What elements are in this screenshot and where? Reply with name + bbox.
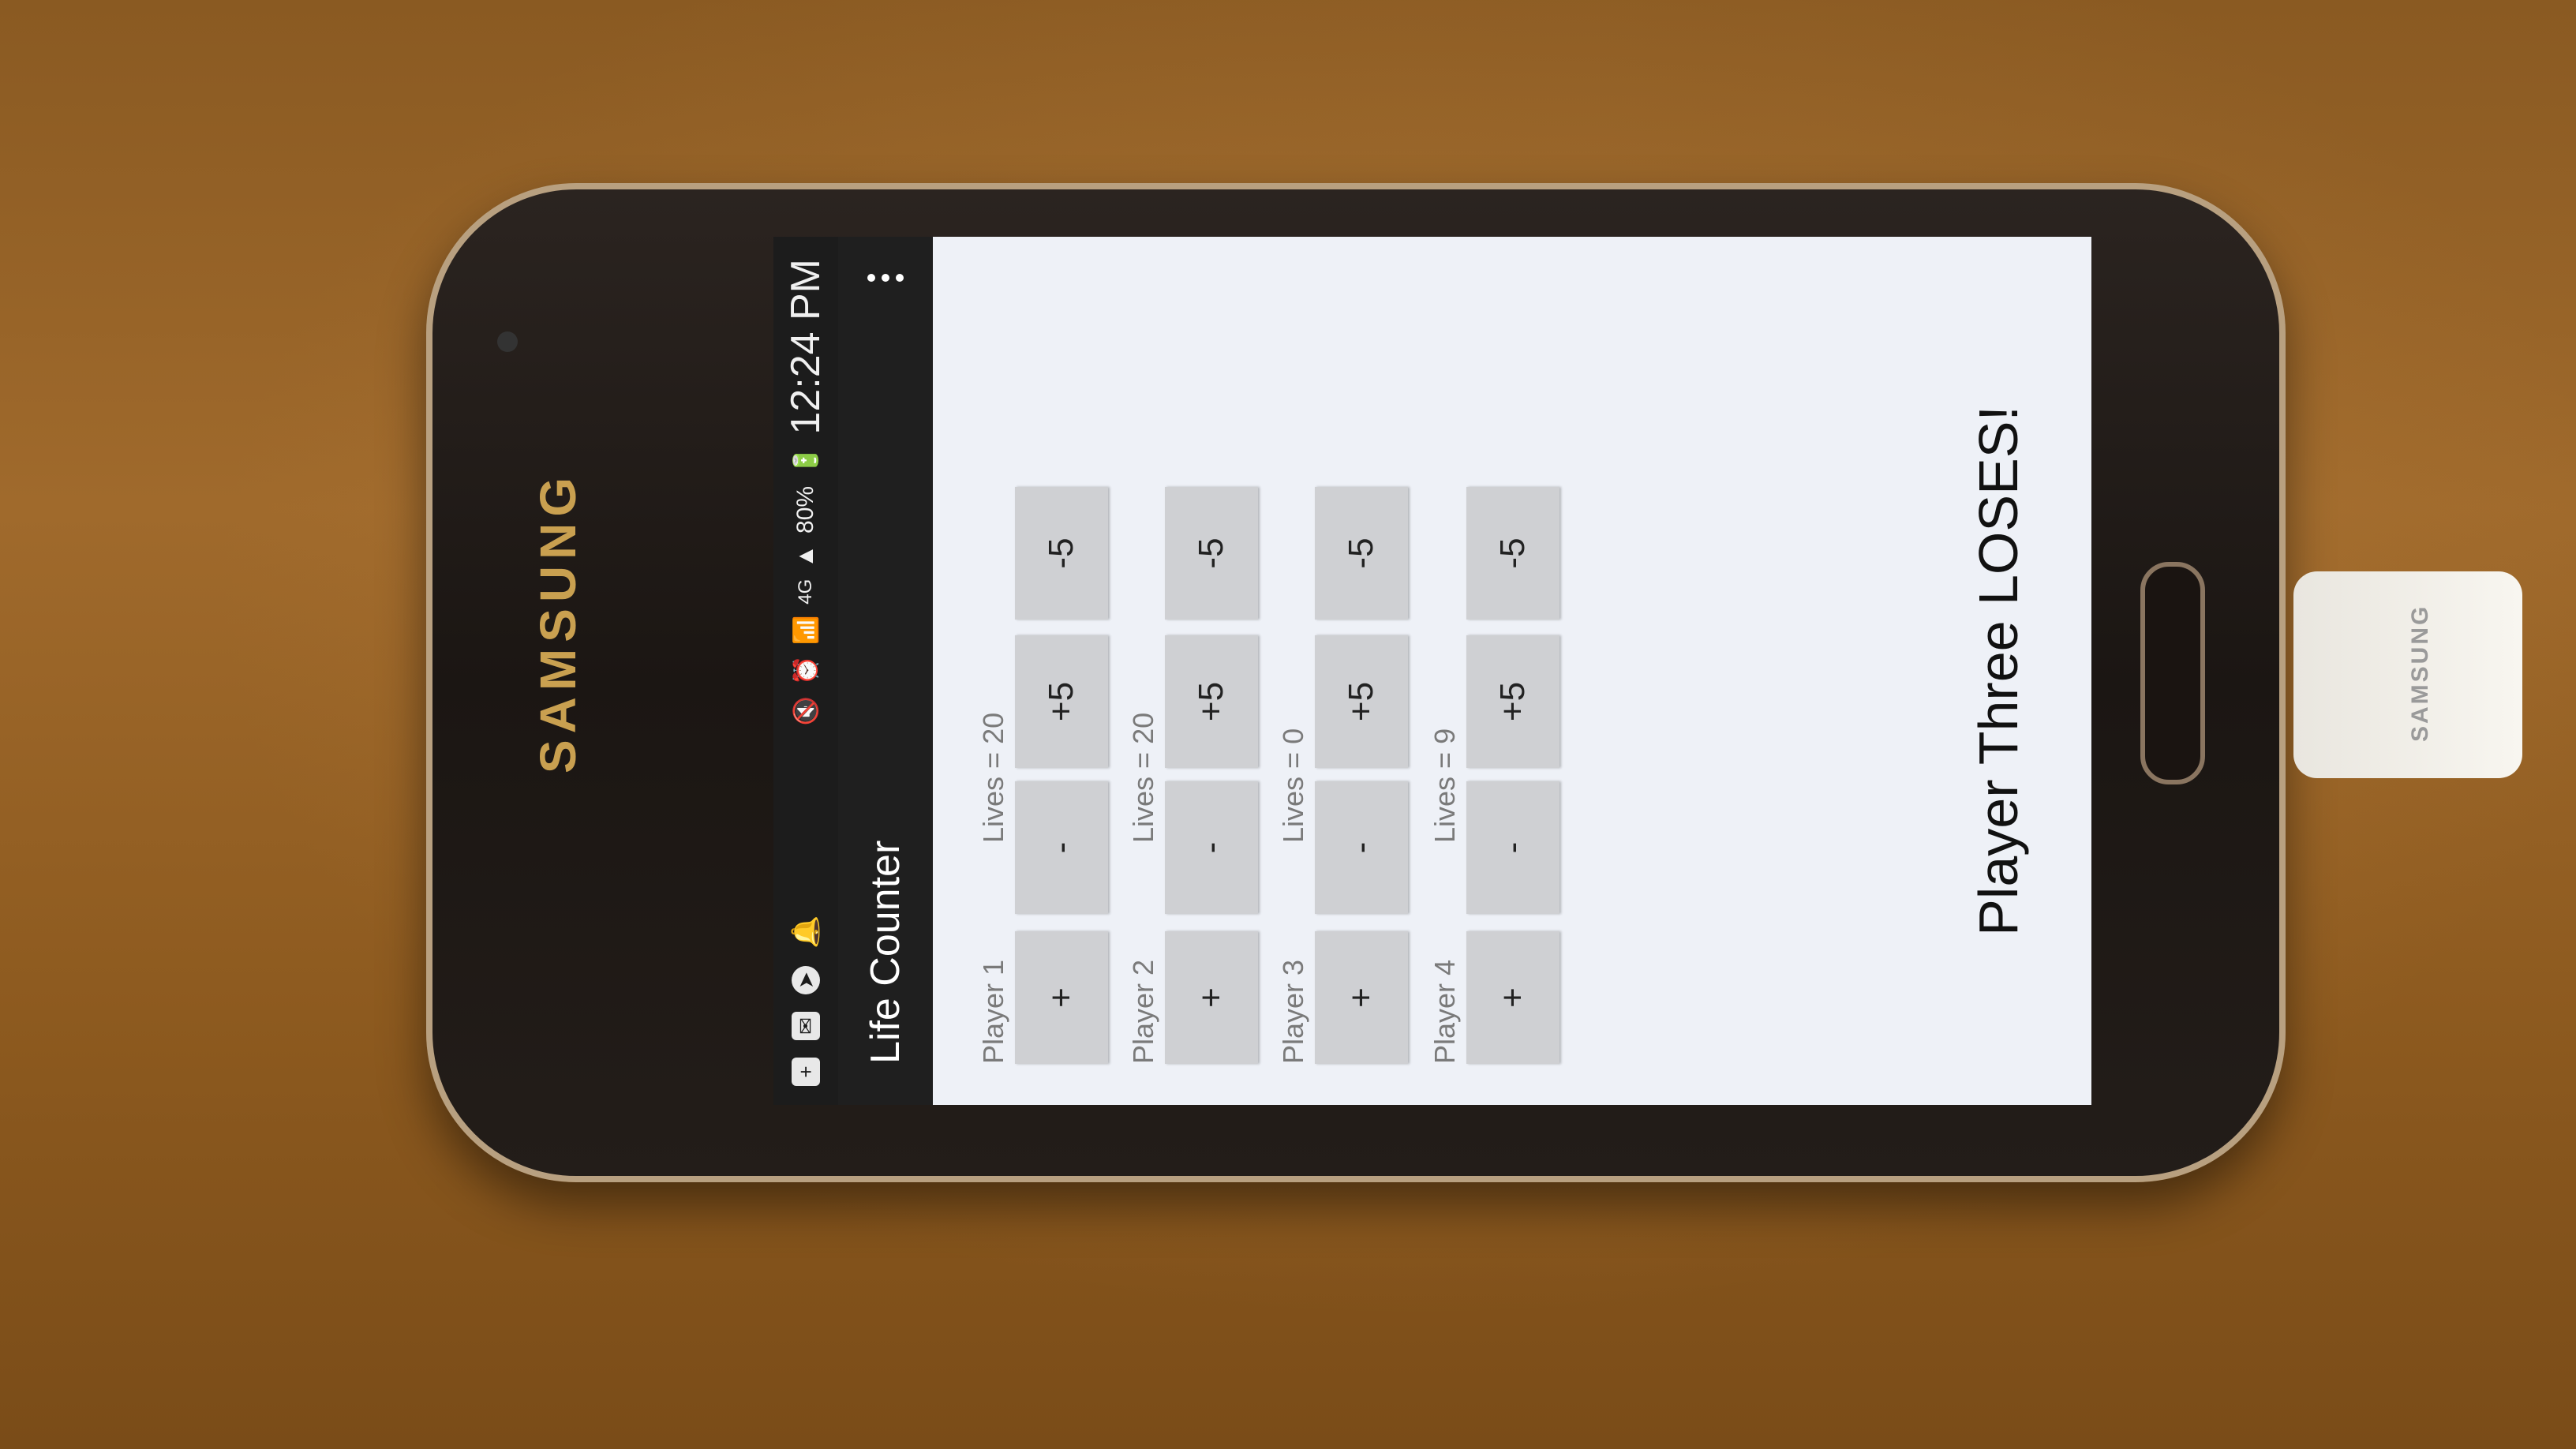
- player-lives: Lives = 0: [1277, 728, 1309, 843]
- player-lives: Lives = 20: [1127, 712, 1159, 843]
- add-five-lives-button[interactable]: +5: [1466, 635, 1559, 768]
- add-life-button[interactable]: +: [1315, 931, 1408, 1064]
- result-message: Player Three LOSES!: [1968, 406, 2029, 936]
- player-row: Player 1 Lives = 20 + - +5 -5: [969, 464, 1127, 1064]
- remove-life-button[interactable]: -: [1015, 781, 1108, 914]
- player-name: Player 1: [977, 959, 1009, 1064]
- system-icons: 🔇 ⏰ 📶 4G ▲ 80% 🔋 12:24 PM: [782, 237, 829, 726]
- add-life-button[interactable]: +: [1015, 931, 1108, 1064]
- add-life-button[interactable]: +: [1466, 931, 1559, 1064]
- status-bar: + ✉ ➤ 🔔 🔇 ⏰ 📶 4G ▲ 80% 🔋 12:24 PM: [773, 237, 838, 1105]
- phone-screen: + ✉ ➤ 🔔 🔇 ⏰ 📶 4G ▲ 80% 🔋 12:24 PM Life C…: [773, 237, 2091, 1105]
- player-row: Player 3 Lives = 0 + - +5 -5: [1269, 464, 1427, 1064]
- remove-life-button[interactable]: -: [1466, 781, 1559, 914]
- add-five-lives-button[interactable]: +5: [1315, 635, 1408, 768]
- plus-box-icon: +: [792, 1058, 820, 1086]
- player-row: Player 2 Lives = 20 + - +5 -5: [1119, 464, 1277, 1064]
- notification-bell-icon: 🔔: [791, 915, 821, 949]
- clock: 12:24 PM: [783, 259, 829, 435]
- network-type: 4G: [795, 578, 816, 605]
- alarm-icon: ⏰: [792, 656, 819, 686]
- mute-icon: 🔇: [792, 696, 819, 726]
- app-toolbar: Life Counter: [838, 237, 933, 1105]
- battery-percent: 80%: [792, 485, 818, 534]
- player-lives: Lives = 9: [1428, 728, 1461, 843]
- player-name: Player 2: [1127, 959, 1159, 1064]
- player-row: Player 4 Lives = 9 + - +5 -5: [1421, 464, 1578, 1064]
- wifi-icon: 📶: [792, 615, 819, 646]
- add-five-lives-button[interactable]: +5: [1165, 635, 1258, 768]
- remove-five-lives-button[interactable]: -5: [1466, 487, 1559, 620]
- player-name: Player 3: [1277, 959, 1309, 1064]
- player-lives: Lives = 20: [977, 712, 1009, 843]
- add-life-button[interactable]: +: [1165, 931, 1258, 1064]
- home-button[interactable]: [2140, 562, 2205, 784]
- signal-icon: ▲: [792, 544, 818, 568]
- mail-icon: ✉: [792, 1012, 820, 1040]
- notification-icons: + ✉ ➤ 🔔: [790, 915, 822, 1105]
- remove-five-lives-button[interactable]: -5: [1165, 487, 1258, 620]
- life-counter-app: + ✉ ➤ 🔔 🔇 ⏰ 📶 4G ▲ 80% 🔋 12:24 PM Life C…: [773, 237, 2091, 1105]
- phone-brand-logo: SAMSUNG: [530, 470, 586, 773]
- players-list: Player 1 Lives = 20 + - +5 -5 Player 2 L…: [933, 237, 2091, 1105]
- charger-brand-logo: SAMSUNG: [2407, 604, 2433, 742]
- battery-icon: 🔋: [792, 445, 819, 475]
- front-camera: [497, 331, 518, 352]
- app-title: Life Counter: [863, 840, 908, 1064]
- overflow-menu-icon[interactable]: [867, 268, 904, 287]
- remove-five-lives-button[interactable]: -5: [1015, 487, 1108, 620]
- add-five-lives-button[interactable]: +5: [1015, 635, 1108, 768]
- messenger-icon: ➤: [792, 966, 820, 994]
- remove-life-button[interactable]: -: [1315, 781, 1408, 914]
- remove-five-lives-button[interactable]: -5: [1315, 487, 1408, 620]
- remove-life-button[interactable]: -: [1165, 781, 1258, 914]
- player-name: Player 4: [1428, 959, 1461, 1064]
